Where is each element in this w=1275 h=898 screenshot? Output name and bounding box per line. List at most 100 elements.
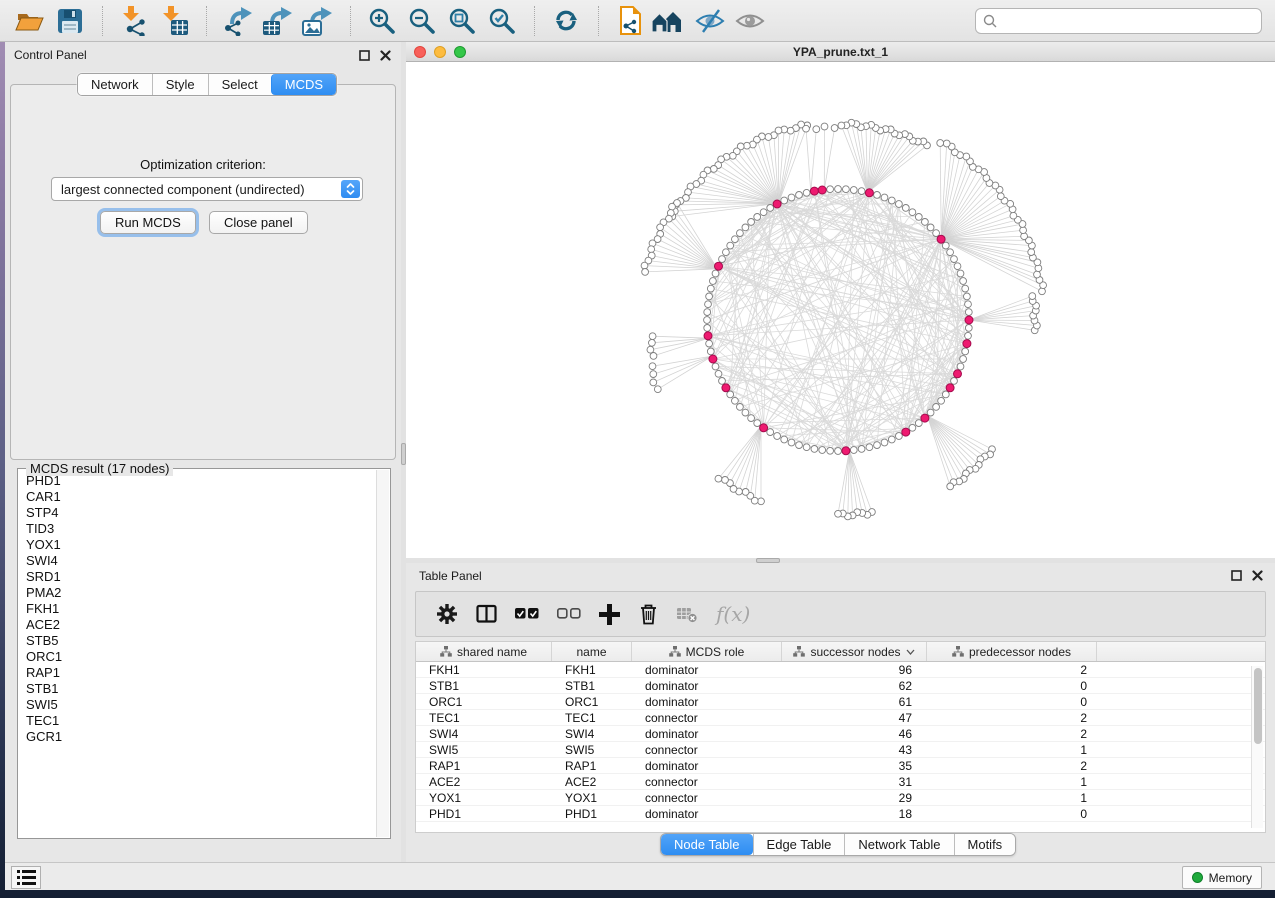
zoom-selected-icon[interactable]: [482, 4, 522, 38]
scrollbar-thumb[interactable]: [1254, 668, 1262, 744]
hide-eye-icon[interactable]: [690, 4, 730, 38]
table-row-TEC1[interactable]: TEC1TEC1connector472: [416, 710, 1265, 726]
memory-button[interactable]: Memory: [1182, 866, 1262, 889]
delete-column-icon[interactable]: [638, 603, 659, 625]
cell-MCDS-role: connector: [632, 711, 782, 725]
table-header-row: shared namenameMCDS rolesuccessor nodesp…: [416, 642, 1265, 662]
tab-network-table[interactable]: Network Table: [844, 834, 953, 855]
mcds-result-item[interactable]: STB5: [26, 633, 376, 649]
close-panel-icon[interactable]: [380, 50, 391, 61]
column-header-MCDS-role[interactable]: MCDS role: [632, 642, 782, 661]
mcds-result-item[interactable]: STP4: [26, 505, 376, 521]
mcds-result-item[interactable]: ACE2: [26, 617, 376, 633]
cell-successor-nodes: 29: [782, 791, 927, 805]
memory-status-icon: [1192, 872, 1203, 883]
column-header-shared-name[interactable]: shared name: [416, 642, 552, 661]
toolbar-separator: [350, 6, 362, 36]
mcds-result-item[interactable]: FKH1: [26, 601, 376, 617]
column-header-predecessor-nodes[interactable]: predecessor nodes: [927, 642, 1097, 661]
cell-MCDS-role: dominator: [632, 807, 782, 821]
float-panel-icon[interactable]: [1231, 570, 1242, 581]
tab-style[interactable]: Style: [152, 74, 208, 95]
mcds-result-item[interactable]: STB1: [26, 681, 376, 697]
export-network-icon[interactable]: [218, 4, 258, 38]
mcds-result-item[interactable]: ORC1: [26, 649, 376, 665]
table-row-SWI4[interactable]: SWI4SWI4dominator462: [416, 726, 1265, 742]
close-panel-button[interactable]: Close panel: [209, 211, 308, 234]
save-session-icon[interactable]: [50, 4, 90, 38]
table-row-ORC1[interactable]: ORC1ORC1dominator610: [416, 694, 1265, 710]
tab-node-table[interactable]: Node Table: [661, 834, 753, 855]
network-file-icon[interactable]: [610, 4, 650, 38]
mcds-tab-content: Optimization criterion: largest connecte…: [10, 84, 396, 460]
mcds-result-item[interactable]: CAR1: [26, 489, 376, 505]
cell-successor-nodes: 18: [782, 807, 927, 821]
mcds-result-item[interactable]: SWI4: [26, 553, 376, 569]
table-scrollbar[interactable]: [1251, 666, 1263, 828]
refresh-icon[interactable]: [546, 4, 586, 38]
zoom-out-icon[interactable]: [402, 4, 442, 38]
split-columns-icon[interactable]: [476, 604, 497, 624]
table-row-STB1[interactable]: STB1STB1dominator620: [416, 678, 1265, 694]
import-table-icon[interactable]: [154, 4, 194, 38]
table-row-SWI5[interactable]: SWI5SWI5connector431: [416, 742, 1265, 758]
float-panel-icon[interactable]: [359, 50, 370, 61]
table-row-YOX1[interactable]: YOX1YOX1connector291: [416, 790, 1265, 806]
tab-edge-table[interactable]: Edge Table: [753, 834, 845, 855]
cell-successor-nodes: 43: [782, 743, 927, 757]
main-toolbar: [0, 0, 1275, 42]
column-header-empty: [1097, 642, 1265, 661]
add-column-icon[interactable]: [599, 604, 620, 625]
export-table-icon[interactable]: [258, 4, 298, 38]
tab-network[interactable]: Network: [78, 74, 152, 95]
close-panel-icon[interactable]: [1252, 570, 1263, 581]
toolbar-separator: [102, 6, 114, 36]
table-row-PHD1[interactable]: PHD1PHD1dominator180: [416, 806, 1265, 822]
run-mcds-button[interactable]: Run MCDS: [100, 211, 196, 234]
mcds-result-item[interactable]: YOX1: [26, 537, 376, 553]
selected-option: largest connected component (undirected): [52, 182, 341, 197]
column-header-successor-nodes[interactable]: successor nodes: [782, 642, 927, 661]
mcds-result-item[interactable]: PMA2: [26, 585, 376, 601]
mcds-result-item[interactable]: RAP1: [26, 665, 376, 681]
search-input[interactable]: [1002, 14, 1254, 29]
zoom-in-icon[interactable]: [362, 4, 402, 38]
mcds-result-list[interactable]: PHD1CAR1STP4TID3YOX1SWI4SRD1PMA2FKH1ACE2…: [19, 473, 376, 837]
export-image-icon[interactable]: [298, 4, 338, 38]
cell-successor-nodes: 61: [782, 695, 927, 709]
network-window-titlebar[interactable]: YPA_prune.txt_1: [406, 42, 1275, 62]
cell-MCDS-role: connector: [632, 791, 782, 805]
mcds-result-item[interactable]: TEC1: [26, 713, 376, 729]
home-networks-icon[interactable]: [650, 4, 690, 38]
table-row-FKH1[interactable]: FKH1FKH1dominator962: [416, 662, 1265, 678]
settings-gear-icon[interactable]: [436, 603, 458, 625]
mcds-result-item[interactable]: PHD1: [26, 473, 376, 489]
mcds-result-item[interactable]: SWI5: [26, 697, 376, 713]
cell-successor-nodes: 96: [782, 663, 927, 677]
select-all-checkboxes-icon[interactable]: [515, 608, 539, 620]
zoom-fit-icon[interactable]: [442, 4, 482, 38]
network-graph-canvas[interactable]: [406, 62, 1275, 557]
cell-shared-name: ORC1: [416, 695, 552, 709]
tab-motifs[interactable]: Motifs: [954, 834, 1016, 855]
deselect-checkboxes-icon[interactable]: [557, 608, 581, 620]
column-header-name[interactable]: name: [552, 642, 632, 661]
open-file-icon[interactable]: [10, 4, 50, 38]
show-panel-list-button[interactable]: [11, 866, 41, 889]
import-network-icon[interactable]: [114, 4, 154, 38]
search-box[interactable]: [975, 8, 1262, 34]
table-row-ACE2[interactable]: ACE2ACE2connector311: [416, 774, 1265, 790]
mcds-result-item[interactable]: GCR1: [26, 729, 376, 745]
cell-predecessor-nodes: 2: [927, 663, 1097, 677]
mcds-result-item[interactable]: SRD1: [26, 569, 376, 585]
show-eye-icon[interactable]: [730, 4, 770, 38]
cell-shared-name: PHD1: [416, 807, 552, 821]
tab-select[interactable]: Select: [208, 74, 271, 95]
control-panel: Control Panel Network Style Select MCDS …: [5, 42, 401, 862]
tab-mcds[interactable]: MCDS: [271, 74, 336, 95]
optimization-criterion-select[interactable]: largest connected component (undirected): [51, 177, 363, 201]
table-row-RAP1[interactable]: RAP1RAP1dominator352: [416, 758, 1265, 774]
cell-successor-nodes: 46: [782, 727, 927, 741]
mcds-result-item[interactable]: TID3: [26, 521, 376, 537]
mcds-list-scrollbar[interactable]: [376, 470, 389, 837]
